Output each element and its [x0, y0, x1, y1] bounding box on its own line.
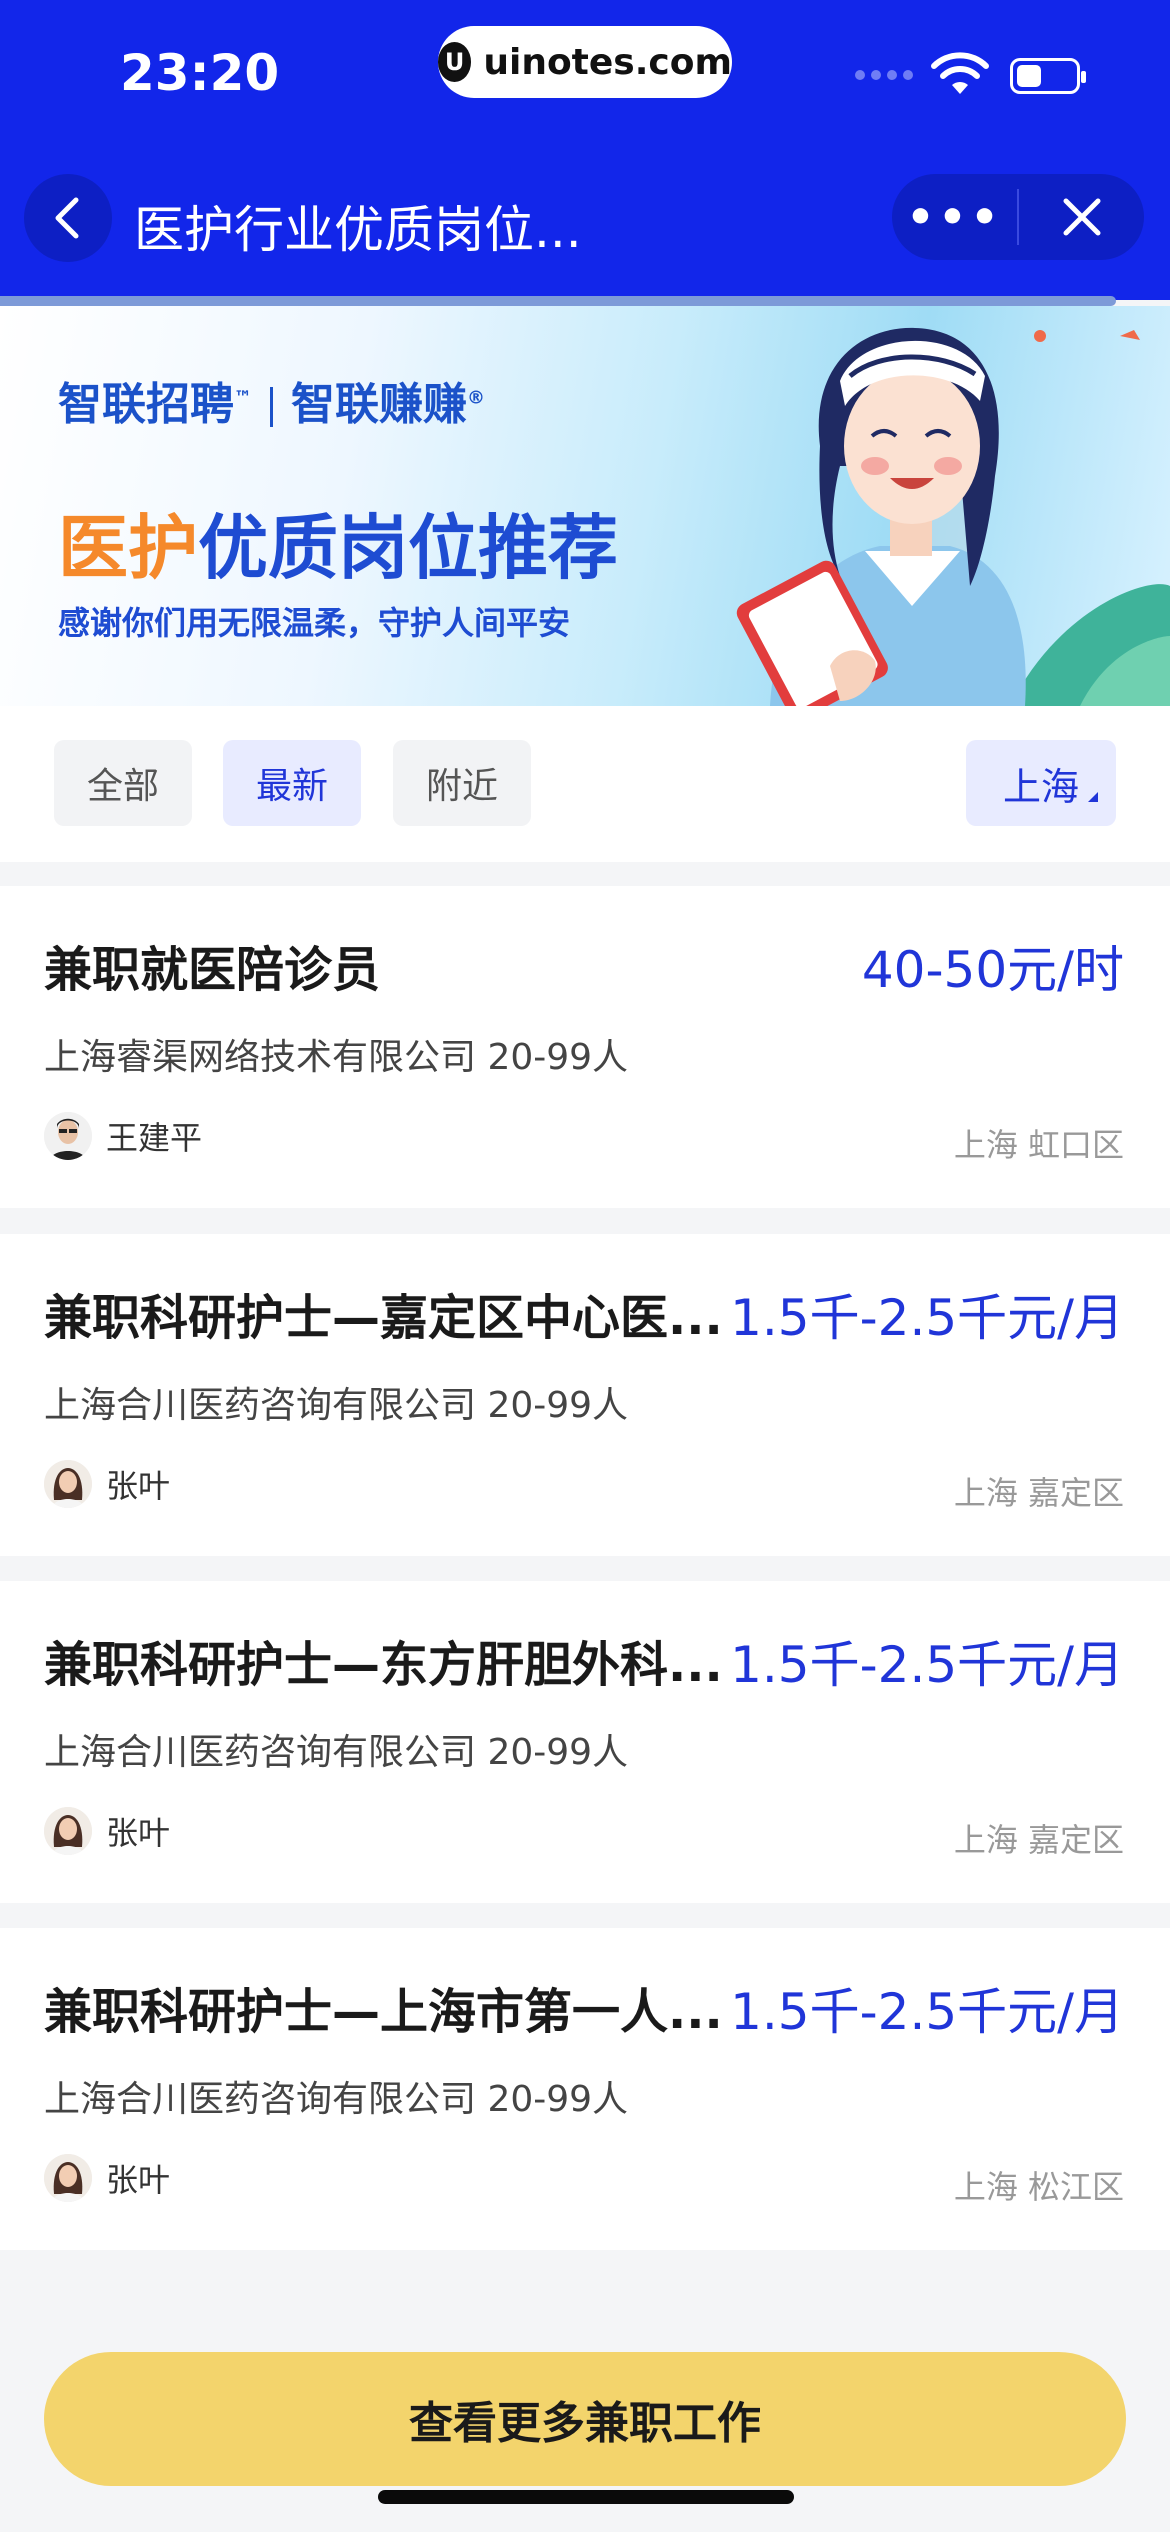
- recruiter: 王建平: [44, 1112, 202, 1160]
- close-button[interactable]: [1019, 174, 1144, 260]
- view-more-jobs-button[interactable]: 查看更多兼职工作: [44, 2352, 1126, 2486]
- signal-icon: [855, 70, 913, 80]
- job-location: 上海 嘉定区: [953, 1474, 1124, 1512]
- avatar: [44, 1112, 92, 1160]
- nurse-illustration: [736, 327, 1170, 706]
- job-salary: 1.5千-2.5千元/月: [730, 1983, 1124, 2041]
- dropdown-triangle-icon: [1088, 792, 1098, 802]
- job-card[interactable]: 兼职科研护士—上海市第一人... 1.5千-2.5千元/月 上海合川医药咨询有限…: [0, 1928, 1170, 2250]
- recruiter-name: 王建平: [106, 1119, 203, 1157]
- job-location: 上海 松江区: [953, 2168, 1124, 2206]
- banner-title: 医护优质岗位推荐: [58, 507, 618, 589]
- wifi-icon: [931, 52, 989, 94]
- recruiter-name: 张叶: [106, 1814, 171, 1852]
- filter-bar: 全部 最新 附近 上海: [0, 706, 1170, 862]
- job-title: 兼职就医陪诊员: [44, 942, 381, 998]
- job-title: 兼职科研护士—东方肝胆外科...: [44, 1637, 723, 1693]
- job-salary: 1.5千-2.5千元/月: [730, 1289, 1124, 1347]
- tab-latest[interactable]: 最新: [223, 740, 361, 826]
- city-selector[interactable]: 上海: [966, 740, 1116, 826]
- job-card[interactable]: 兼职科研护士—嘉定区中心医... 1.5千-2.5千元/月 上海合川医药咨询有限…: [0, 1234, 1170, 1556]
- recruiter: 张叶: [44, 2154, 170, 2202]
- close-icon: [1063, 198, 1100, 236]
- home-indicator: [378, 2490, 794, 2504]
- tab-all[interactable]: 全部: [54, 740, 192, 826]
- promo-banner[interactable]: 智联招聘™ 智联赚赚® 医护优质岗位推荐 感谢你们用无限温柔，守护人间平安: [0, 306, 1170, 706]
- url-pill[interactable]: U uinotes.com: [438, 26, 732, 98]
- recruiter: 张叶: [44, 1807, 170, 1855]
- job-title: 兼职科研护士—嘉定区中心医...: [44, 1290, 723, 1346]
- job-company: 上海合川医药咨询有限公司 20-99人: [44, 1732, 629, 1773]
- job-location: 上海 嘉定区: [953, 1821, 1124, 1859]
- job-company: 上海合川医药咨询有限公司 20-99人: [44, 1385, 629, 1426]
- back-button[interactable]: [24, 174, 112, 262]
- page-title: 医护行业优质岗位...: [134, 201, 582, 259]
- job-salary: 1.5千-2.5千元/月: [730, 1636, 1124, 1694]
- job-card[interactable]: 兼职就医陪诊员 40-50元/时 上海睿渠网络技术有限公司 20-99人 王建平…: [0, 886, 1170, 1208]
- recruiter: 张叶: [44, 1460, 170, 1508]
- url-text: uinotes.com: [483, 41, 732, 83]
- job-title: 兼职科研护士—上海市第一人...: [44, 1984, 723, 2040]
- back-icon: [55, 197, 79, 239]
- avatar: [44, 1460, 92, 1508]
- battery-icon: [1010, 58, 1086, 94]
- mini-program-capsule: •••: [892, 174, 1144, 260]
- job-card[interactable]: 兼职科研护士—东方肝胆外科... 1.5千-2.5千元/月 上海合川医药咨询有限…: [0, 1581, 1170, 1903]
- banner-subtitle: 感谢你们用无限温柔，守护人间平安: [58, 604, 571, 642]
- page-load-progress: [0, 296, 1116, 306]
- job-company: 上海合川医药咨询有限公司 20-99人: [44, 2079, 629, 2120]
- avatar: [44, 1807, 92, 1855]
- brand-logo: 智联招聘™ 智联赚赚®: [58, 379, 485, 430]
- tab-nearby[interactable]: 附近: [393, 740, 531, 826]
- job-salary: 40-50元/时: [861, 941, 1124, 999]
- job-company: 上海睿渠网络技术有限公司 20-99人: [44, 1037, 629, 1078]
- site-logo-icon: U: [438, 42, 472, 82]
- job-location: 上海 虹口区: [953, 1126, 1124, 1164]
- top-bar: 23:20 U uinotes.com 医护行业优质岗位... •••: [0, 0, 1170, 300]
- avatar: [44, 2154, 92, 2202]
- city-label: 上海: [1002, 764, 1079, 809]
- status-time: 23:20: [120, 44, 280, 102]
- recruiter-name: 张叶: [106, 1467, 171, 1505]
- more-icon[interactable]: •••: [892, 174, 1017, 260]
- recruiter-name: 张叶: [106, 2161, 171, 2199]
